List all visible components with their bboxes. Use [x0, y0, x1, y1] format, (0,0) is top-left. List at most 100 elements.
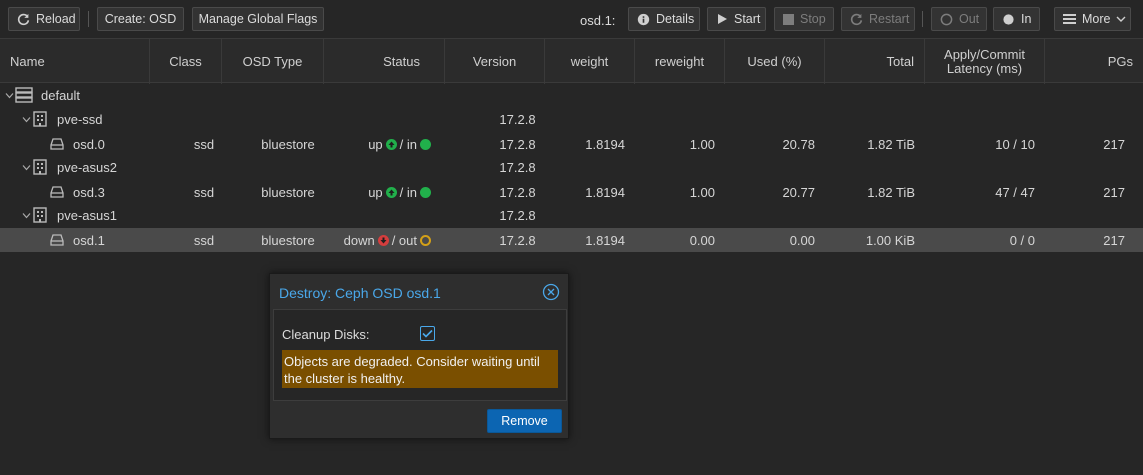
chevron-down-icon — [1116, 12, 1126, 26]
row-pgs: 217 — [1103, 184, 1125, 200]
remove-button[interactable]: Remove — [487, 409, 562, 433]
cleanup-disks-checkbox[interactable] — [420, 326, 435, 341]
column-header-version[interactable]: Version — [445, 39, 545, 84]
row-pgs: 217 — [1103, 232, 1125, 248]
row-name: pve-asus2 — [57, 159, 117, 175]
stop-label: Stop — [800, 12, 826, 26]
refresh-icon — [17, 12, 30, 26]
row-name: osd.1 — [73, 232, 105, 248]
status-in: / out — [391, 232, 417, 248]
restart-button[interactable]: Restart — [841, 7, 915, 31]
server-rack-icon — [15, 83, 33, 107]
chevron-down-icon[interactable] — [20, 203, 32, 227]
manage-global-flags-label: Manage Global Flags — [198, 12, 318, 26]
create-osd-button[interactable]: Create: OSD — [97, 7, 184, 31]
restart-icon — [850, 12, 863, 26]
create-osd-label: Create: OSD — [104, 12, 177, 26]
row-class: ssd — [193, 136, 215, 152]
row-class: ssd — [193, 232, 215, 248]
row-version: 17.2.8 — [499, 207, 536, 223]
status-out-ring-icon — [420, 234, 431, 246]
arrow-up-icon — [385, 138, 397, 150]
row-name: default — [41, 87, 81, 103]
status-state: down — [343, 232, 375, 248]
reload-button[interactable]: Reload — [8, 7, 80, 31]
chevron-down-icon[interactable] — [20, 107, 32, 131]
column-header-name[interactable]: Name — [0, 39, 150, 84]
in-label: In — [1021, 12, 1032, 26]
column-header-used[interactable]: Used (%) — [725, 39, 825, 84]
row-status: up / in — [324, 180, 434, 204]
status-in-dot-icon — [420, 186, 431, 198]
restart-label: Restart — [869, 12, 910, 26]
tree-row[interactable]: pve-asus2 17.2.8 — [0, 155, 1143, 179]
tree-row[interactable]: pve-ssd 17.2.8 — [0, 107, 1143, 131]
out-button[interactable]: Out — [931, 7, 987, 31]
selected-osd-label: osd.1: — [580, 13, 616, 28]
column-header-total[interactable]: Total — [825, 39, 925, 84]
row-reweight: 1.00 — [689, 136, 715, 152]
circle-filled-icon — [1002, 12, 1015, 26]
row-osd-type: bluestore — [261, 136, 315, 152]
row-latency: 47 / 47 — [995, 184, 1035, 200]
building-icon — [33, 203, 47, 227]
column-header-status[interactable]: Status — [324, 39, 445, 84]
row-total: 1.00 KiB — [865, 232, 915, 248]
status-state: up — [368, 184, 383, 200]
info-icon — [637, 12, 650, 26]
dialog-body: Cleanup Disks: Objects are degraded. Con… — [273, 309, 567, 401]
close-icon[interactable] — [542, 283, 560, 301]
row-name: osd.0 — [73, 136, 105, 152]
menu-icon — [1063, 12, 1076, 26]
row-osd-type: bluestore — [261, 232, 315, 248]
column-header-osd-type[interactable]: OSD Type — [222, 39, 324, 84]
tree-row[interactable]: pve-asus1 17.2.8 — [0, 203, 1143, 227]
tree-row[interactable]: default — [0, 83, 1143, 107]
in-button[interactable]: In — [993, 7, 1040, 31]
row-osd-type: bluestore — [261, 184, 315, 200]
more-menu-button[interactable]: More — [1054, 7, 1131, 31]
status-in: / in — [399, 136, 417, 152]
grid-header: Name Class OSD Type Status Version weigh… — [0, 38, 1143, 84]
row-used: 20.78 — [782, 136, 815, 152]
row-weight: 1.8194 — [585, 232, 625, 248]
circle-outline-icon — [940, 12, 953, 26]
details-button[interactable]: Details — [628, 7, 700, 31]
tree-row[interactable]: osd.3 ssd bluestore up / in 17.2.8 1.819… — [0, 180, 1143, 204]
tree-row[interactable]: osd.0 ssd bluestore up / in 17.2.8 1.819… — [0, 132, 1143, 156]
column-header-weight[interactable]: weight — [545, 39, 635, 84]
more-label: More — [1082, 12, 1111, 26]
degraded-warning: Objects are degraded. Consider waiting u… — [282, 350, 558, 388]
column-header-class[interactable]: Class — [150, 39, 222, 84]
hdd-icon — [50, 228, 64, 252]
dialog-title: Destroy: Ceph OSD osd.1 — [279, 285, 441, 301]
toolbar-separator — [88, 11, 89, 27]
play-icon — [716, 12, 728, 26]
row-status: down / out — [324, 228, 434, 252]
chevron-down-icon[interactable] — [3, 83, 15, 107]
row-class: ssd — [193, 184, 215, 200]
cleanup-disks-label: Cleanup Disks: — [282, 327, 370, 342]
hdd-icon — [50, 132, 64, 156]
row-version: 17.2.8 — [499, 111, 536, 127]
column-header-latency[interactable]: Apply/Commit Latency (ms) — [925, 39, 1045, 84]
row-pgs: 217 — [1103, 136, 1125, 152]
column-header-reweight[interactable]: reweight — [635, 39, 725, 84]
row-weight: 1.8194 — [585, 184, 625, 200]
row-latency: 0 / 0 — [1009, 232, 1035, 248]
stop-icon — [783, 12, 794, 26]
row-name: pve-ssd — [57, 111, 103, 127]
row-total: 1.82 TiB — [867, 136, 915, 152]
manage-global-flags-button[interactable]: Manage Global Flags — [192, 7, 324, 31]
column-header-pgs[interactable]: PGs — [1045, 39, 1143, 84]
destroy-osd-dialog: Destroy: Ceph OSD osd.1 Cleanup Disks: O… — [269, 273, 569, 439]
tree-row-selected[interactable]: osd.1 ssd bluestore down / out 17.2.8 1.… — [0, 228, 1143, 252]
start-button[interactable]: Start — [707, 7, 766, 31]
chevron-down-icon[interactable] — [20, 155, 32, 179]
row-name: pve-asus1 — [57, 207, 117, 223]
reload-label: Reload — [36, 12, 76, 26]
row-name: osd.3 — [73, 184, 105, 200]
row-total: 1.82 TiB — [867, 184, 915, 200]
stop-button[interactable]: Stop — [774, 7, 834, 31]
row-reweight: 1.00 — [689, 184, 715, 200]
